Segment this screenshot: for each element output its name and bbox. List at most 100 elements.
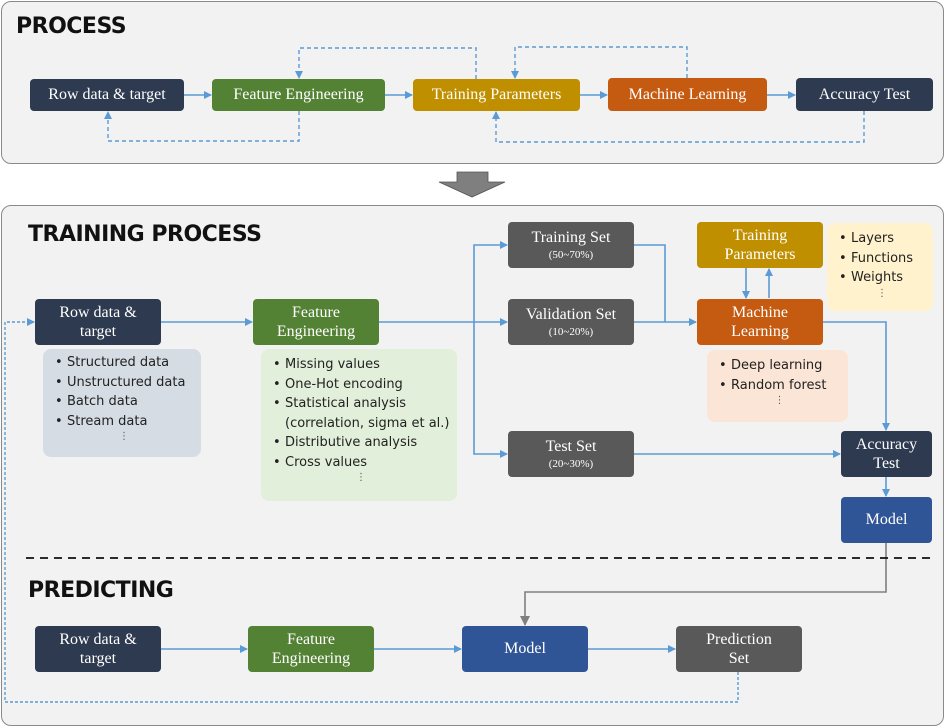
box-label-line: target — [79, 650, 117, 667]
note-item-text: Unstructured data — [67, 374, 186, 390]
note-item-text: Structured data — [67, 355, 170, 370]
validation-set-box: Validation Set (10~20%) — [508, 299, 634, 345]
note-item-text: (correlation, sigma et al.) — [285, 415, 450, 431]
note-item: • Weights — [839, 268, 925, 288]
note-item-text: One-Hot encoding — [285, 376, 403, 392]
note-item: • Distributive analysis — [273, 433, 449, 453]
process-step-label: Training Parameters — [431, 86, 562, 104]
note-item-text: Batch data — [67, 394, 138, 409]
training-model-box: Model — [841, 497, 932, 543]
note-item: • Random forest — [719, 376, 840, 396]
note-item-text: Layers — [851, 231, 895, 246]
machine-learning-notes: • Deep learning • Random forest ⋮ — [707, 350, 848, 422]
note-item: • Statistical analysis — [273, 394, 449, 414]
training-set-box: Training Set (50~70%) — [508, 222, 634, 268]
param-notes-list: • Layers • Functions • Weights — [839, 229, 925, 288]
bullet-icon: • — [55, 413, 63, 429]
bullet-icon: • — [273, 454, 281, 470]
ellipsis-icon: ⋮ — [356, 472, 366, 483]
ellipsis-icon: ⋮ — [877, 287, 887, 299]
note-item-text: Distributive analysis — [285, 435, 418, 450]
note-item-text: Missing values — [285, 357, 380, 372]
section-down-arrow — [438, 171, 506, 198]
box-label-line: Row data & — [59, 630, 137, 648]
training-row-data-box: Row data & target — [35, 299, 161, 345]
box-label-line: Row data & — [59, 303, 137, 321]
ellipsis-icon: ⋮ — [119, 431, 129, 442]
machine-learning-box: Machine Learning — [697, 299, 823, 345]
bullet-icon: • — [55, 355, 63, 370]
box-label: Model — [504, 640, 546, 658]
note-item: • Layers — [839, 229, 925, 249]
predicting-model-box: Model — [462, 626, 588, 672]
note-item: • Batch data — [55, 392, 193, 412]
box-label-line: Test — [873, 455, 900, 472]
box-range: (10~20%) — [548, 326, 594, 338]
prediction-set-box: Prediction Set — [676, 626, 802, 672]
note-item: • Cross values — [273, 453, 449, 473]
predicting-feature-engineering-box: Feature Engineering — [248, 626, 374, 672]
bullet-icon: • — [839, 250, 847, 266]
note-item: • Unstructured data — [55, 373, 193, 393]
process-step-training-parameters: Training Parameters — [413, 79, 580, 111]
process-step-label: Accuracy Test — [818, 85, 911, 103]
note-item-text: Stream data — [67, 413, 148, 429]
bullet-icon: • — [273, 357, 281, 372]
test-set-box: Test Set (20~30%) — [508, 431, 634, 477]
feature-notes-list: • Missing values • One-Hot encoding • Statist… — [273, 355, 450, 473]
note-item: • Stream data — [55, 412, 193, 432]
box-label-line: Parameters — [724, 246, 796, 263]
process-step-label: Feature Engineering — [233, 86, 364, 104]
training-title: TRAINING PROCESS — [28, 222, 262, 247]
process-step-label: Machine Learning — [628, 85, 747, 103]
bullet-icon: • — [839, 270, 847, 285]
box-label-line: Prediction — [706, 630, 772, 648]
note-item-text: Functions — [851, 250, 914, 266]
bullet-icon: • — [839, 231, 847, 246]
box-label: Validation Set — [525, 305, 617, 323]
ellipsis-icon: ⋮ — [774, 395, 785, 406]
process-step-feature-engineering: Feature Engineering — [212, 79, 385, 111]
predicting-row-data-box: Row data & target — [35, 626, 161, 672]
box-label-line: Machine — [732, 303, 788, 321]
note-item: (correlation, sigma et al.) — [273, 414, 450, 434]
process-step-machine-learning: Machine Learning — [608, 78, 767, 111]
bullet-icon: • — [719, 377, 727, 393]
box-range: (50~70%) — [548, 249, 594, 261]
box-label-line: Training — [732, 226, 788, 244]
box-label-line: Feature — [292, 303, 340, 321]
box-label-line: Feature — [287, 630, 335, 648]
note-item-text: Random forest — [731, 377, 827, 393]
note-item: • Functions — [839, 249, 925, 269]
bullet-icon: • — [55, 374, 63, 390]
note-item: • Structured data — [55, 353, 193, 373]
note-item: • Missing values — [273, 355, 449, 375]
process-step-accuracy-test: Accuracy Test — [796, 78, 933, 111]
process-title: PROCESS — [16, 14, 127, 39]
training-feature-engineering-box: Feature Engineering — [253, 299, 379, 345]
training-parameters-box: Training Parameters — [697, 222, 823, 268]
box-label-line: Set — [728, 650, 750, 667]
box-label: Model — [865, 511, 908, 529]
process-step-row-data: Row data & target — [30, 79, 184, 111]
feature-engineering-notes: • Missing values • One-Hot encoding • Statist… — [261, 349, 457, 501]
accuracy-test-box: Accuracy Test — [841, 431, 932, 477]
box-label-line: Accuracy — [855, 435, 918, 453]
note-item-text: Deep learning — [731, 358, 823, 373]
box-range: (20~30%) — [548, 458, 594, 470]
bullet-icon: • — [273, 396, 281, 411]
bullet-icon: • — [55, 394, 63, 409]
predicting-title: PREDICTING — [28, 578, 174, 603]
box-label-line: Engineering — [271, 650, 351, 667]
row-data-notes: • Structured data • Unstructured data • Batch… — [43, 349, 201, 457]
note-item-text: Cross values — [285, 454, 368, 470]
bullet-icon: • — [719, 358, 727, 373]
box-label: Training Set — [531, 228, 611, 246]
box-label-line: target — [79, 323, 117, 340]
bullet-icon: • — [273, 435, 281, 450]
box-label-line: Learning — [731, 323, 789, 340]
box-label: Test Set — [545, 437, 597, 455]
box-label-line: Engineering — [276, 323, 356, 340]
bullet-icon: • — [273, 376, 281, 392]
process-step-label: Row data & target — [48, 86, 166, 104]
